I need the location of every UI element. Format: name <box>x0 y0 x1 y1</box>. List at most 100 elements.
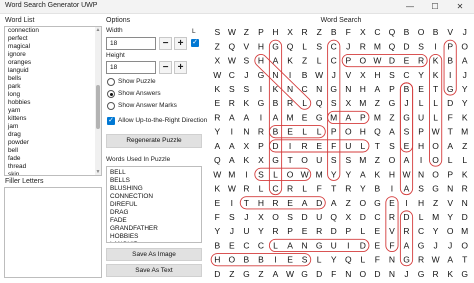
grid-letter: Y <box>345 169 351 179</box>
radio-indicator[interactable] <box>107 102 115 110</box>
words-used-item[interactable]: CONNECTION <box>107 193 201 201</box>
grid-letter: D <box>316 198 322 208</box>
save-as-image-button[interactable]: Save As Image <box>106 248 202 261</box>
close-icon[interactable]: ✕ <box>448 0 472 13</box>
grid-letter: S <box>258 169 264 179</box>
words-used-item[interactable]: BLUSHING <box>107 185 201 193</box>
grid-letter: L <box>462 155 467 165</box>
grid-letter: Y <box>433 226 439 236</box>
grid-letter: J <box>463 70 467 80</box>
grid-letter: Y <box>331 255 337 265</box>
grid-letter: Z <box>375 98 380 108</box>
grid-letter: A <box>389 127 395 137</box>
grid-letter: H <box>258 56 264 66</box>
regenerate-puzzle-button[interactable]: Regenerate Puzzle <box>106 134 202 148</box>
allow-up-right-checkbox[interactable]: ✓ <box>107 117 115 125</box>
grid-letter: U <box>316 155 322 165</box>
save-as-text-button[interactable]: Save As Text <box>106 264 202 277</box>
words-used-item[interactable]: FADE <box>107 217 201 225</box>
grid-letter: W <box>213 70 221 80</box>
grid-letter: O <box>287 169 294 179</box>
filler-letters-label: Filler Letters <box>5 178 44 185</box>
grid-letter: I <box>231 198 233 208</box>
grid-letter: R <box>229 98 235 108</box>
grid-letter: Q <box>389 27 396 37</box>
grid-letter: D <box>214 269 220 279</box>
grid-letter: Q <box>330 212 337 222</box>
scroll-down-icon[interactable]: ▼ <box>95 169 101 175</box>
grid-letter: K <box>375 169 381 179</box>
grid-letter: L <box>302 98 307 108</box>
words-used-item[interactable]: BELLS <box>107 177 201 185</box>
grid-letter: L <box>273 240 278 250</box>
grid-letter: L <box>419 212 424 222</box>
grid-letter: S <box>418 41 424 51</box>
grid-letter: V <box>447 198 453 208</box>
word-list-item: jam <box>8 123 19 130</box>
height-increment-button[interactable]: + <box>174 61 187 74</box>
grid-letter: M <box>359 155 366 165</box>
grid-letter: M <box>432 212 439 222</box>
grid-letter: Q <box>374 127 381 137</box>
grid-letter: A <box>404 240 410 250</box>
grid-letter: R <box>258 127 264 137</box>
grid-letter: K <box>433 56 439 66</box>
word-list-item: thread <box>8 163 27 170</box>
grid-letter: T <box>448 127 453 137</box>
options-label: Options <box>106 17 131 24</box>
words-used-item[interactable]: LANGUID <box>107 241 201 242</box>
grid-letter: E <box>214 198 220 208</box>
grid-letter: X <box>258 212 264 222</box>
grid-letter: A <box>404 184 410 194</box>
grid-letter: G <box>403 255 410 265</box>
grid-letter: N <box>287 84 293 94</box>
words-used-item[interactable]: GRANDFATHER <box>107 225 201 233</box>
grid-letter: L <box>448 155 453 165</box>
grid-letter: C <box>243 240 249 250</box>
grid-letter: H <box>258 198 264 208</box>
grid-letter: L <box>259 184 264 194</box>
words-used-item[interactable]: DRAG <box>107 209 201 217</box>
word-list-item: skin <box>8 171 20 176</box>
radio-indicator[interactable] <box>107 78 115 86</box>
words-used-item[interactable]: BELL <box>107 169 201 177</box>
grid-letter: N <box>389 255 395 265</box>
grid-letter: Y <box>418 70 424 80</box>
grid-letter: N <box>447 184 453 194</box>
grid-letter: S <box>345 155 351 165</box>
answer-highlight-powder <box>341 53 428 68</box>
grid-letter: E <box>302 226 308 236</box>
grid-letter: R <box>302 27 308 37</box>
height-decrement-button[interactable]: − <box>159 61 172 74</box>
height-input[interactable]: 18 <box>106 61 156 74</box>
grid-letter: J <box>404 98 408 108</box>
grid-letter: B <box>258 255 264 265</box>
maximize-icon[interactable]: ☐ <box>423 0 447 13</box>
width-input[interactable]: 18 <box>106 37 156 50</box>
words-used-list[interactable]: BELL BELLS BLUSHING CONNECTION DIREFUL DRAG FA… <box>106 166 202 243</box>
words-used-item[interactable]: DIREFUL <box>107 201 201 209</box>
word-list-textbox[interactable]: connection perfect magical ignore oranges lan… <box>4 26 102 176</box>
grid-letter: O <box>360 269 367 279</box>
scroll-up-icon[interactable]: ▲ <box>95 27 101 33</box>
minimize-icon[interactable]: — <box>398 0 422 13</box>
grid-letter: W <box>213 169 221 179</box>
grid-letter: R <box>316 226 322 236</box>
word-list-scrollbar[interactable]: ▲ ▼ <box>95 27 101 175</box>
word-list-label: Word List <box>5 17 35 24</box>
grid-letter: N <box>316 84 322 94</box>
grid-letter: J <box>244 212 248 222</box>
word-list-item: park <box>8 83 21 90</box>
width-increment-button[interactable]: + <box>174 37 187 50</box>
grid-letter: B <box>273 98 279 108</box>
width-decrement-button[interactable]: − <box>159 37 172 50</box>
grid-letter: Q <box>229 41 236 51</box>
filler-letters-textbox[interactable] <box>4 187 102 278</box>
radio-indicator[interactable] <box>107 90 115 98</box>
lock-aspect-checkbox[interactable]: ✓ <box>191 39 199 47</box>
scrollbar-thumb[interactable] <box>96 85 100 129</box>
puzzle-canvas: S W Z P H X R Z B F X C Q B O B V JZ Q V H G Q L S C J R M Q D S I P OX W S H… <box>210 27 468 279</box>
grid-letter: R <box>360 41 366 51</box>
grid-letter: D <box>374 269 380 279</box>
words-used-item[interactable]: HOBBIES <box>107 233 201 241</box>
